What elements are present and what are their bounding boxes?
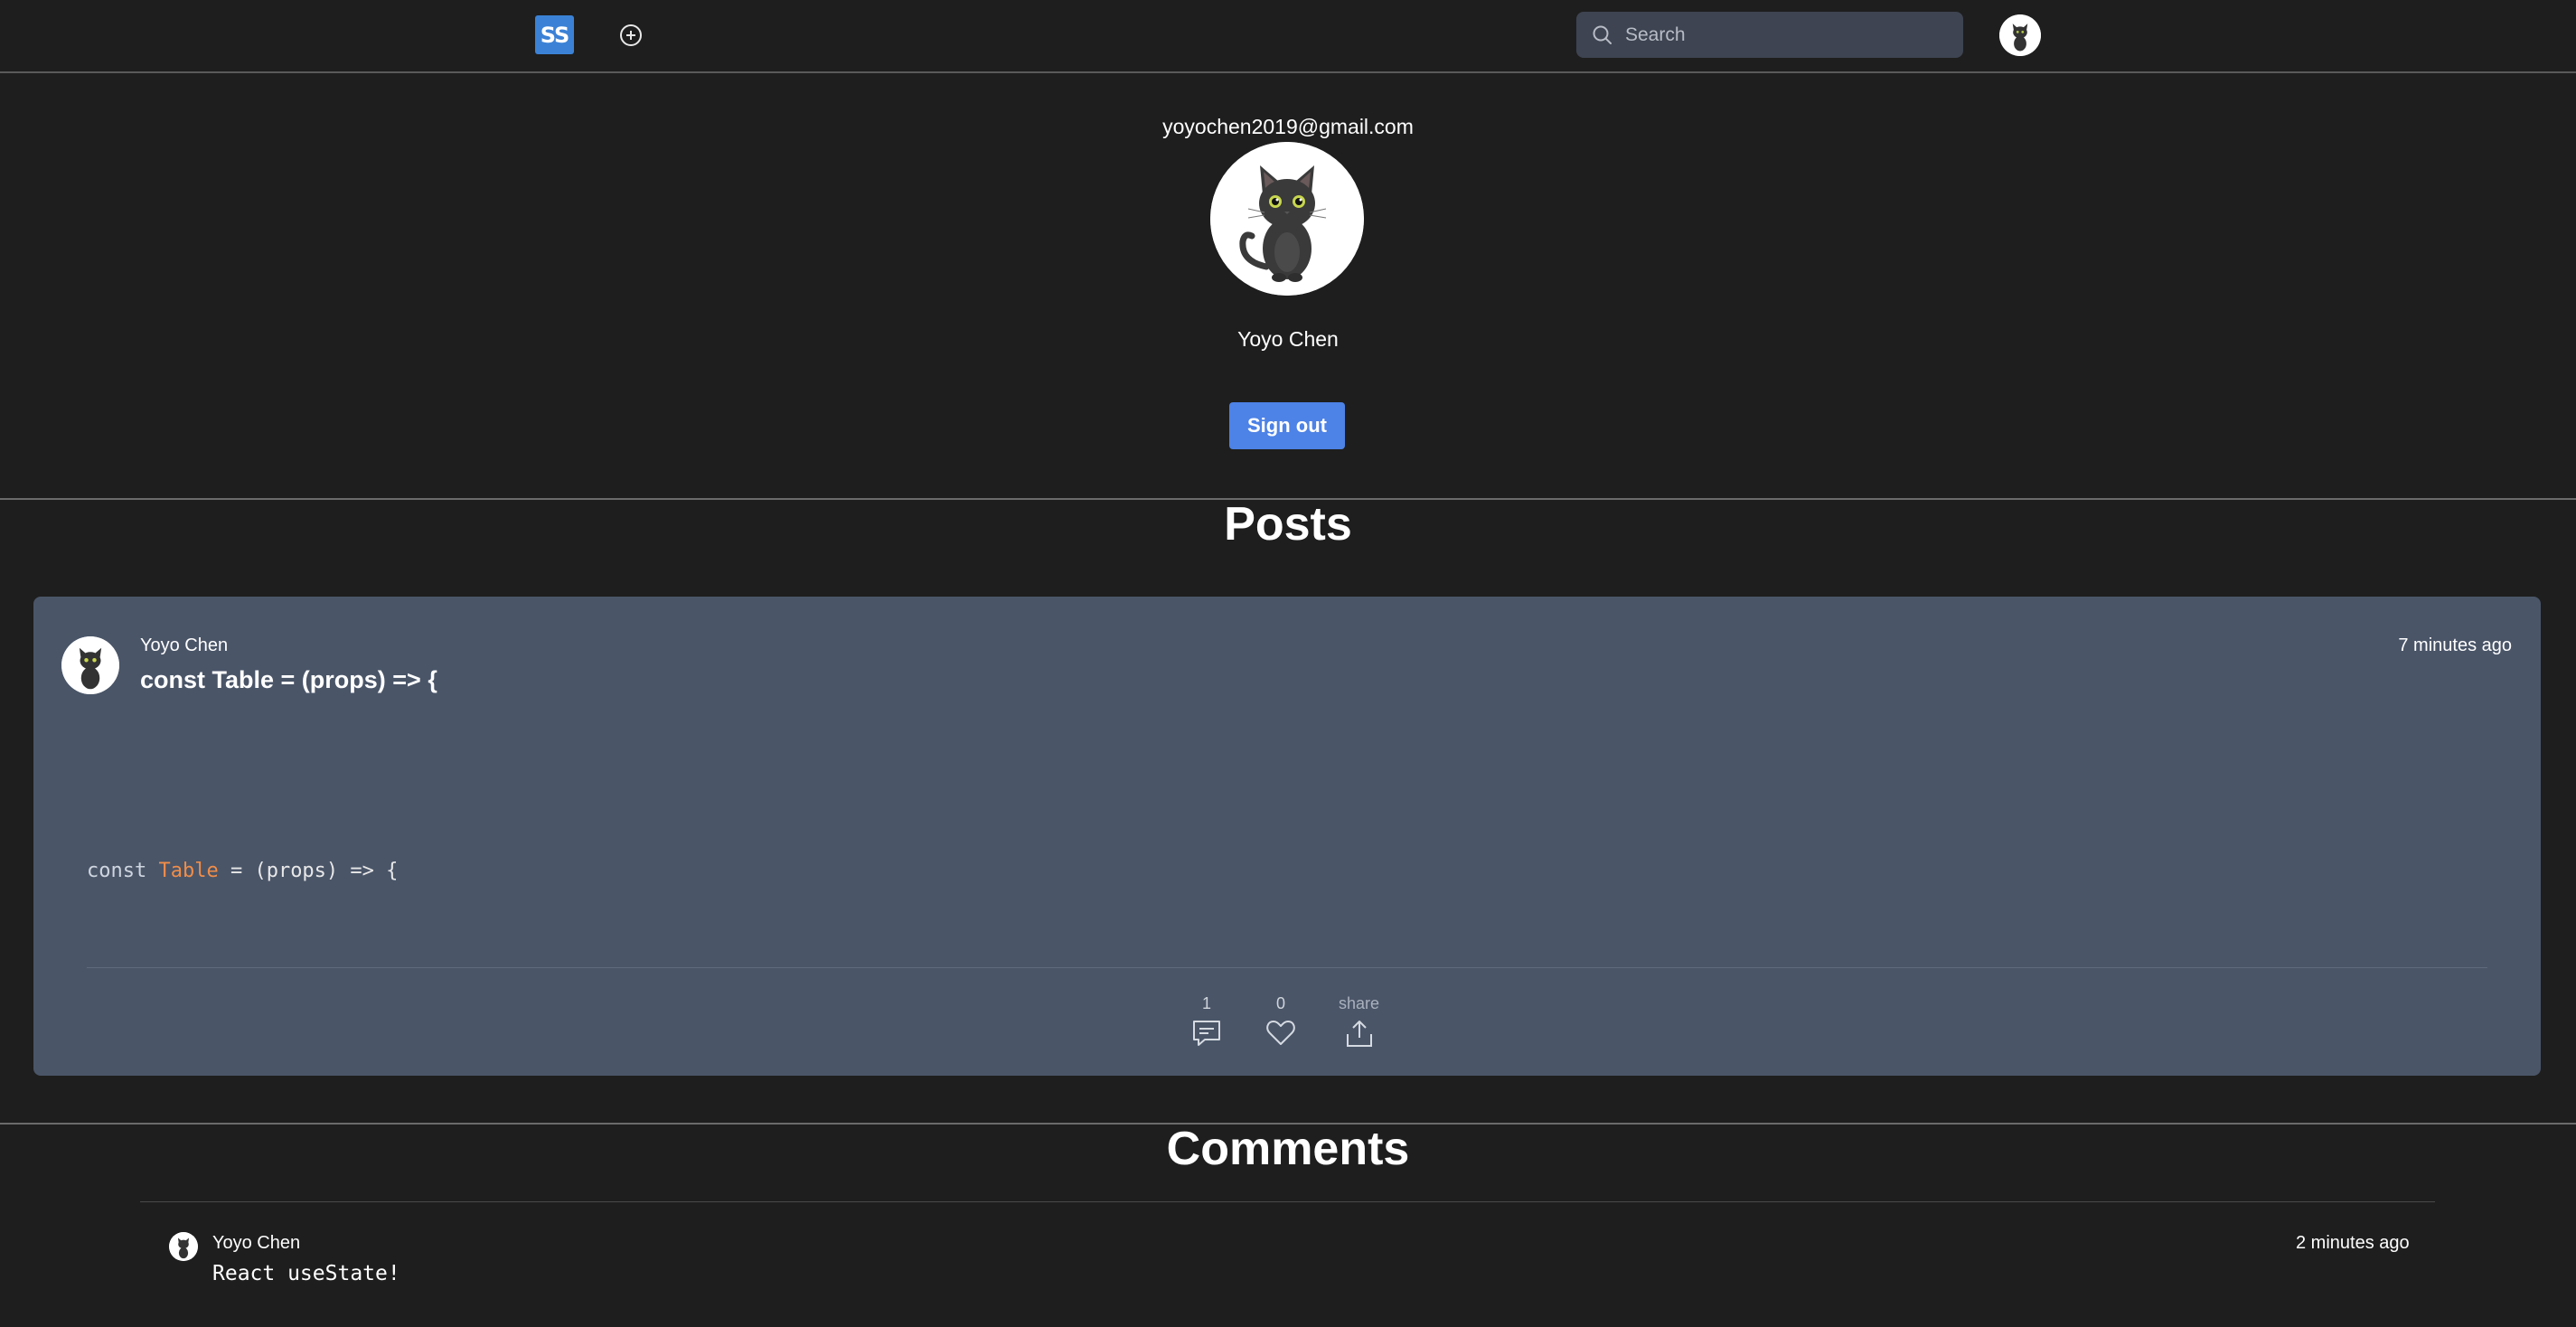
user-avatar-menu[interactable]	[1999, 14, 2041, 56]
comments-divider	[140, 1201, 2435, 1202]
top-navbar: SS	[0, 0, 2576, 73]
post-author-name[interactable]: Yoyo Chen	[140, 635, 228, 656]
heart-icon	[1266, 1021, 1295, 1045]
comment-author-name[interactable]: Yoyo Chen	[212, 1233, 300, 1254]
comment-icon	[1193, 1021, 1220, 1046]
like-button[interactable]: 0	[1265, 994, 1296, 1047]
cat-avatar-icon	[169, 1232, 198, 1261]
create-post-button[interactable]	[618, 23, 644, 48]
profile-avatar	[1210, 142, 1364, 296]
profile-email: yoyochen2019@gmail.com	[1162, 115, 1414, 138]
share-label: share	[1339, 994, 1380, 1012]
post-author-avatar[interactable]	[61, 636, 119, 694]
search-input[interactable]	[1625, 12, 1951, 58]
like-count: 0	[1275, 994, 1285, 1012]
post-card[interactable]: Yoyo Chen 7 minutes ago const Table = (p…	[33, 597, 2541, 1076]
comment-timestamp: 2 minutes ago	[2296, 1233, 2410, 1253]
share-icon	[1346, 1021, 1372, 1047]
share-button[interactable]: share	[1339, 994, 1379, 1049]
cat-avatar-icon	[1999, 14, 2041, 56]
search-icon	[1593, 25, 1612, 44]
comment-button[interactable]: 1	[1190, 994, 1223, 1049]
post-footer-divider	[87, 967, 2487, 968]
post-title[interactable]: const Table = (props) => {	[140, 666, 437, 694]
comment-author-avatar[interactable]	[169, 1232, 198, 1261]
profile-name: Yoyo Chen	[1237, 327, 1339, 351]
code-line: const Table = (props) => {	[87, 860, 399, 882]
comment-body: React useState!	[212, 1262, 400, 1285]
cat-avatar-icon	[1210, 142, 1364, 296]
comment-count: 1	[1201, 994, 1211, 1012]
sign-out-button[interactable]: Sign out	[1229, 402, 1345, 449]
plus-circle-icon	[620, 24, 642, 46]
cat-avatar-icon	[61, 636, 119, 694]
posts-heading: Posts	[1224, 498, 1352, 551]
post-timestamp: 7 minutes ago	[2398, 635, 2512, 655]
search-bar[interactable]	[1576, 12, 1963, 58]
comments-heading: Comments	[1166, 1123, 1410, 1175]
post-code-block: const Table = (props) => { const [data, …	[87, 799, 1352, 933]
app-logo[interactable]: SS	[535, 15, 574, 54]
